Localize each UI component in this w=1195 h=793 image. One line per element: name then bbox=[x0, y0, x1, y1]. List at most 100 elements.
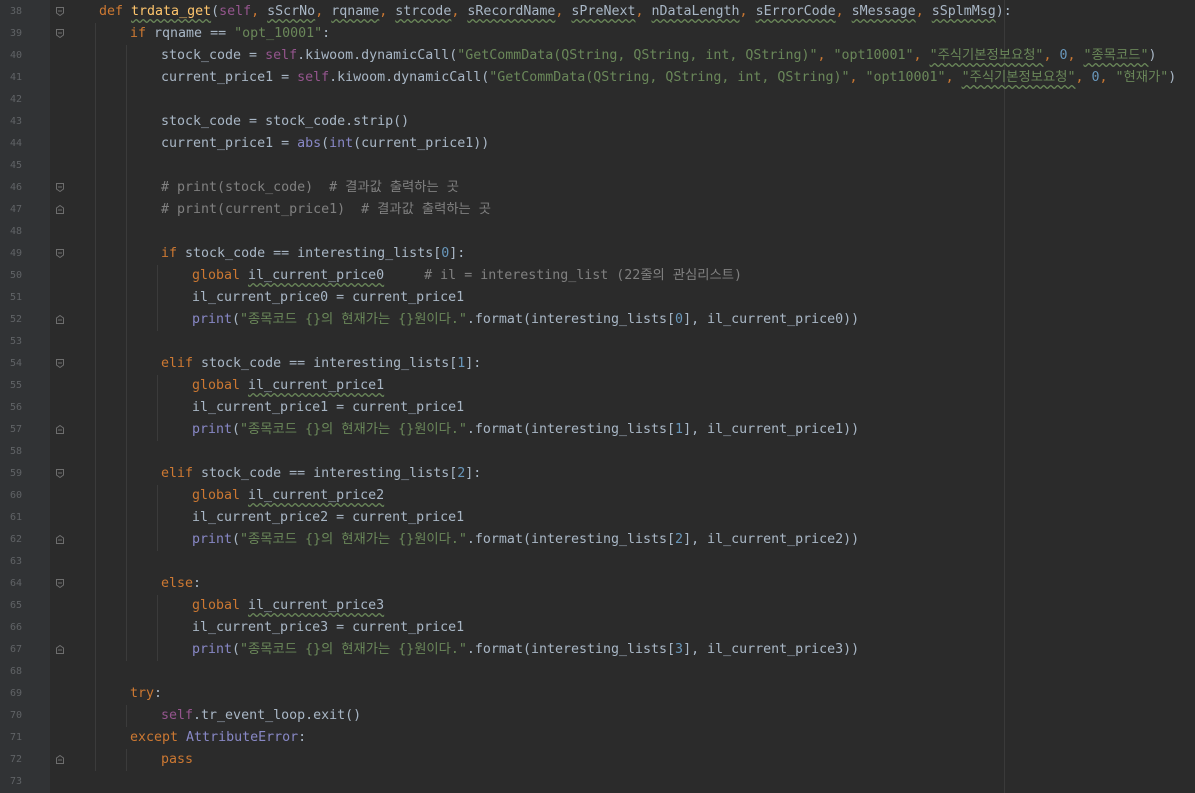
code-text[interactable]: elif stock_code == interesting_lists[1]: bbox=[161, 353, 481, 375]
code-line[interactable]: 70 self.tr_event_loop.exit() bbox=[0, 705, 1195, 727]
fold-close-icon[interactable] bbox=[56, 645, 64, 654]
code-line[interactable]: 49 if stock_code == interesting_lists[0]: bbox=[0, 243, 1195, 265]
code-token: ( bbox=[232, 422, 241, 437]
code-text[interactable]: stock_code = self.kiwoom.dynamicCall("Ge… bbox=[161, 45, 1156, 67]
code-token: "opt_10001" bbox=[234, 26, 323, 41]
code-line[interactable]: 46 # print(stock_code) # 결과값 출력하는 곳 bbox=[0, 177, 1195, 199]
code-line[interactable]: 68 bbox=[0, 661, 1195, 683]
code-line[interactable]: 50 global il_current_price0 # il = intere… bbox=[0, 265, 1195, 287]
code-token: : bbox=[154, 686, 163, 701]
code-line[interactable]: 38 def trdata_get(self, sScrNo, rqname, s… bbox=[0, 1, 1195, 23]
code-text[interactable]: self.tr_event_loop.exit() bbox=[161, 705, 361, 727]
code-token: ], il_current_price0)) bbox=[683, 312, 860, 327]
code-text[interactable]: print("종목코드 {}의 현재가는 {}원이다.".format(inte… bbox=[192, 419, 859, 441]
code-token: .kiwoom.dynamicCall( bbox=[297, 48, 458, 63]
line-number: 58 bbox=[9, 446, 22, 457]
line-number: 53 bbox=[9, 336, 22, 347]
code-line[interactable]: 72 pass bbox=[0, 749, 1195, 771]
code-line[interactable]: 69 try: bbox=[0, 683, 1195, 705]
code-line[interactable]: 52 print("종목코드 {}의 현재가는 {}원이다.".format(in… bbox=[0, 309, 1195, 331]
line-number: 51 bbox=[9, 292, 22, 303]
code-text[interactable]: # print(current_price1) # 결과값 출력하는 곳 bbox=[161, 199, 491, 221]
fold-open-icon[interactable] bbox=[56, 579, 64, 588]
code-text[interactable]: if rqname == "opt_10001": bbox=[130, 23, 330, 45]
code-token: "GetCommData(QString, QString, int, QStr… bbox=[457, 48, 818, 63]
code-token: 1 bbox=[675, 422, 684, 437]
code-token: ( bbox=[211, 4, 220, 19]
code-line[interactable]: 71 except AttributeError: bbox=[0, 727, 1195, 749]
code-line[interactable]: 40 stock_code = self.kiwoom.dynamicCall("… bbox=[0, 45, 1195, 67]
fold-close-icon[interactable] bbox=[56, 205, 64, 214]
code-text[interactable]: global il_current_price0 # il = interest… bbox=[192, 265, 742, 287]
code-line[interactable]: 45 bbox=[0, 155, 1195, 177]
fold-close-icon[interactable] bbox=[56, 755, 64, 764]
code-text[interactable]: current_price1 = abs(int(current_price1)… bbox=[161, 133, 489, 155]
code-line[interactable]: 42 bbox=[0, 89, 1195, 111]
code-text[interactable]: il_current_price3 = current_price1 bbox=[192, 617, 464, 639]
code-token: "종목코드 {}의 현재가는 {}원이다." bbox=[240, 532, 467, 547]
code-text[interactable]: global il_current_price2 bbox=[192, 485, 384, 507]
code-line[interactable]: 61 il_current_price2 = current_price1 bbox=[0, 507, 1195, 529]
code-editor[interactable]: 38 def trdata_get(self, sScrNo, rqname, s… bbox=[0, 0, 1195, 793]
code-token: , bbox=[739, 4, 756, 19]
code-token: , bbox=[379, 4, 396, 19]
code-text[interactable]: il_current_price2 = current_price1 bbox=[192, 507, 464, 529]
code-line[interactable]: 44 current_price1 = abs(int(current_price… bbox=[0, 133, 1195, 155]
fold-close-icon[interactable] bbox=[56, 315, 64, 324]
code-line[interactable]: 73 bbox=[0, 771, 1195, 793]
code-token: trdata_get bbox=[131, 4, 212, 19]
code-token: .format(interesting_lists[ bbox=[466, 642, 676, 657]
code-line[interactable]: 67 print("종목코드 {}의 현재가는 {}원이다.".format(in… bbox=[0, 639, 1195, 661]
code-line[interactable]: 43 stock_code = stock_code.strip() bbox=[0, 111, 1195, 133]
code-text[interactable]: il_current_price0 = current_price1 bbox=[192, 287, 464, 309]
code-text[interactable]: def trdata_get(self, sScrNo, rqname, str… bbox=[99, 1, 1012, 23]
code-line[interactable]: 47 # print(current_price1) # 결과값 출력하는 곳 bbox=[0, 199, 1195, 221]
fold-close-icon[interactable] bbox=[56, 535, 64, 544]
code-text[interactable]: print("종목코드 {}의 현재가는 {}원이다.".format(inte… bbox=[192, 529, 859, 551]
code-text[interactable]: pass bbox=[161, 749, 193, 771]
code-text[interactable]: global il_current_price1 bbox=[192, 375, 384, 397]
fold-open-icon[interactable] bbox=[56, 469, 64, 478]
code-line[interactable]: 55 global il_current_price1 bbox=[0, 375, 1195, 397]
code-line[interactable]: 39 if rqname == "opt_10001": bbox=[0, 23, 1195, 45]
code-line[interactable]: 66 il_current_price3 = current_price1 bbox=[0, 617, 1195, 639]
fold-open-icon[interactable] bbox=[56, 29, 64, 38]
code-text[interactable]: il_current_price1 = current_price1 bbox=[192, 397, 464, 419]
fold-open-icon[interactable] bbox=[56, 359, 64, 368]
code-text[interactable]: current_price1 = self.kiwoom.dynamicCall… bbox=[161, 67, 1176, 89]
code-line[interactable]: 51 il_current_price0 = current_price1 bbox=[0, 287, 1195, 309]
code-token: il_current_price0 = current_price1 bbox=[192, 290, 465, 305]
code-text[interactable]: else: bbox=[161, 573, 201, 595]
code-line[interactable]: 57 print("종목코드 {}의 현재가는 {}원이다.".format(in… bbox=[0, 419, 1195, 441]
code-line[interactable]: 62 print("종목코드 {}의 현재가는 {}원이다.".format(in… bbox=[0, 529, 1195, 551]
fold-open-icon[interactable] bbox=[56, 7, 64, 16]
code-token: strcode bbox=[395, 4, 452, 19]
fold-close-icon[interactable] bbox=[56, 425, 64, 434]
code-text[interactable]: global il_current_price3 bbox=[192, 595, 384, 617]
code-line[interactable]: 65 global il_current_price3 bbox=[0, 595, 1195, 617]
code-text[interactable]: if stock_code == interesting_lists[0]: bbox=[161, 243, 465, 265]
code-text[interactable]: elif stock_code == interesting_lists[2]: bbox=[161, 463, 481, 485]
code-text[interactable]: print("종목코드 {}의 현재가는 {}원이다.".format(inte… bbox=[192, 309, 859, 331]
code-text[interactable]: except AttributeError: bbox=[130, 727, 306, 749]
code-text[interactable]: try: bbox=[130, 683, 162, 705]
fold-open-icon[interactable] bbox=[56, 249, 64, 258]
code-line[interactable]: 48 bbox=[0, 221, 1195, 243]
code-line[interactable]: 63 bbox=[0, 551, 1195, 573]
code-line[interactable]: 60 global il_current_price2 bbox=[0, 485, 1195, 507]
code-line[interactable]: 54 elif stock_code == interesting_lists[1… bbox=[0, 353, 1195, 375]
line-number: 61 bbox=[9, 512, 22, 523]
code-line[interactable]: 59 elif stock_code == interesting_lists[2… bbox=[0, 463, 1195, 485]
code-text[interactable]: stock_code = stock_code.strip() bbox=[161, 111, 409, 133]
fold-open-icon[interactable] bbox=[56, 183, 64, 192]
code-text[interactable]: print("종목코드 {}의 현재가는 {}원이다.".format(inte… bbox=[192, 639, 859, 661]
code-text[interactable]: # print(stock_code) # 결과값 출력하는 곳 bbox=[161, 177, 459, 199]
code-line[interactable]: 56 il_current_price1 = current_price1 bbox=[0, 397, 1195, 419]
code-line[interactable]: 64 else: bbox=[0, 573, 1195, 595]
code-line[interactable]: 58 bbox=[0, 441, 1195, 463]
code-token: ( bbox=[232, 312, 241, 327]
code-token: self bbox=[161, 708, 194, 723]
code-line[interactable]: 53 bbox=[0, 331, 1195, 353]
code-token: , bbox=[1067, 48, 1084, 63]
code-line[interactable]: 41 current_price1 = self.kiwoom.dynamicCa… bbox=[0, 67, 1195, 89]
